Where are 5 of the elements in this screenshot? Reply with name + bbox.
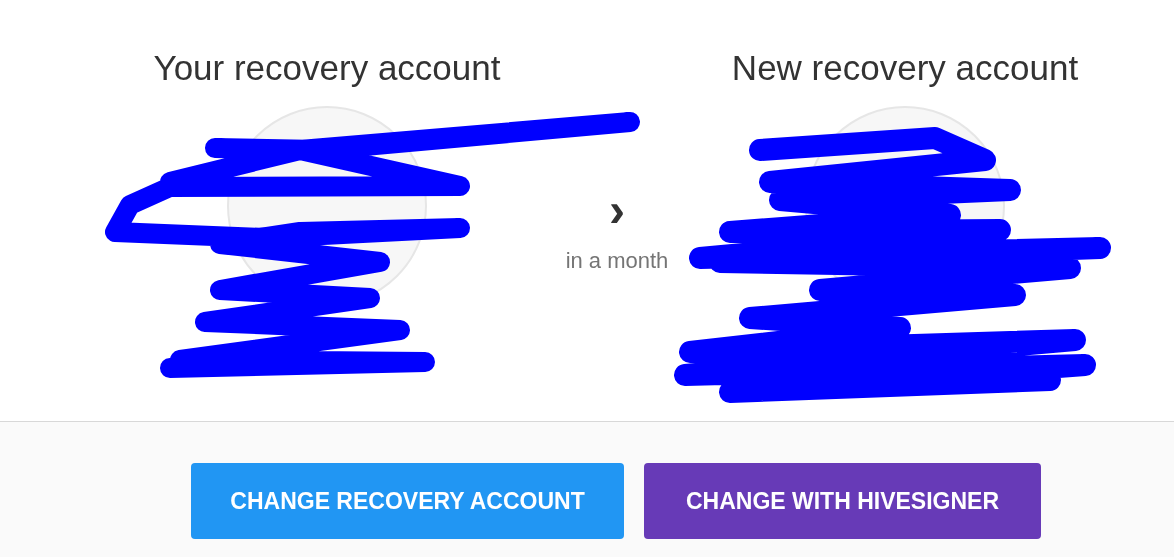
action-button[interactable]: CHANGE WITH HIVESIGNER: [644, 463, 1041, 539]
time-caption: in a month: [565, 247, 669, 275]
account-heading: New recovery account: [731, 47, 1079, 89]
chevron-right-icon: ›: [609, 188, 625, 232]
account-heading: Your recovery account: [153, 47, 501, 89]
